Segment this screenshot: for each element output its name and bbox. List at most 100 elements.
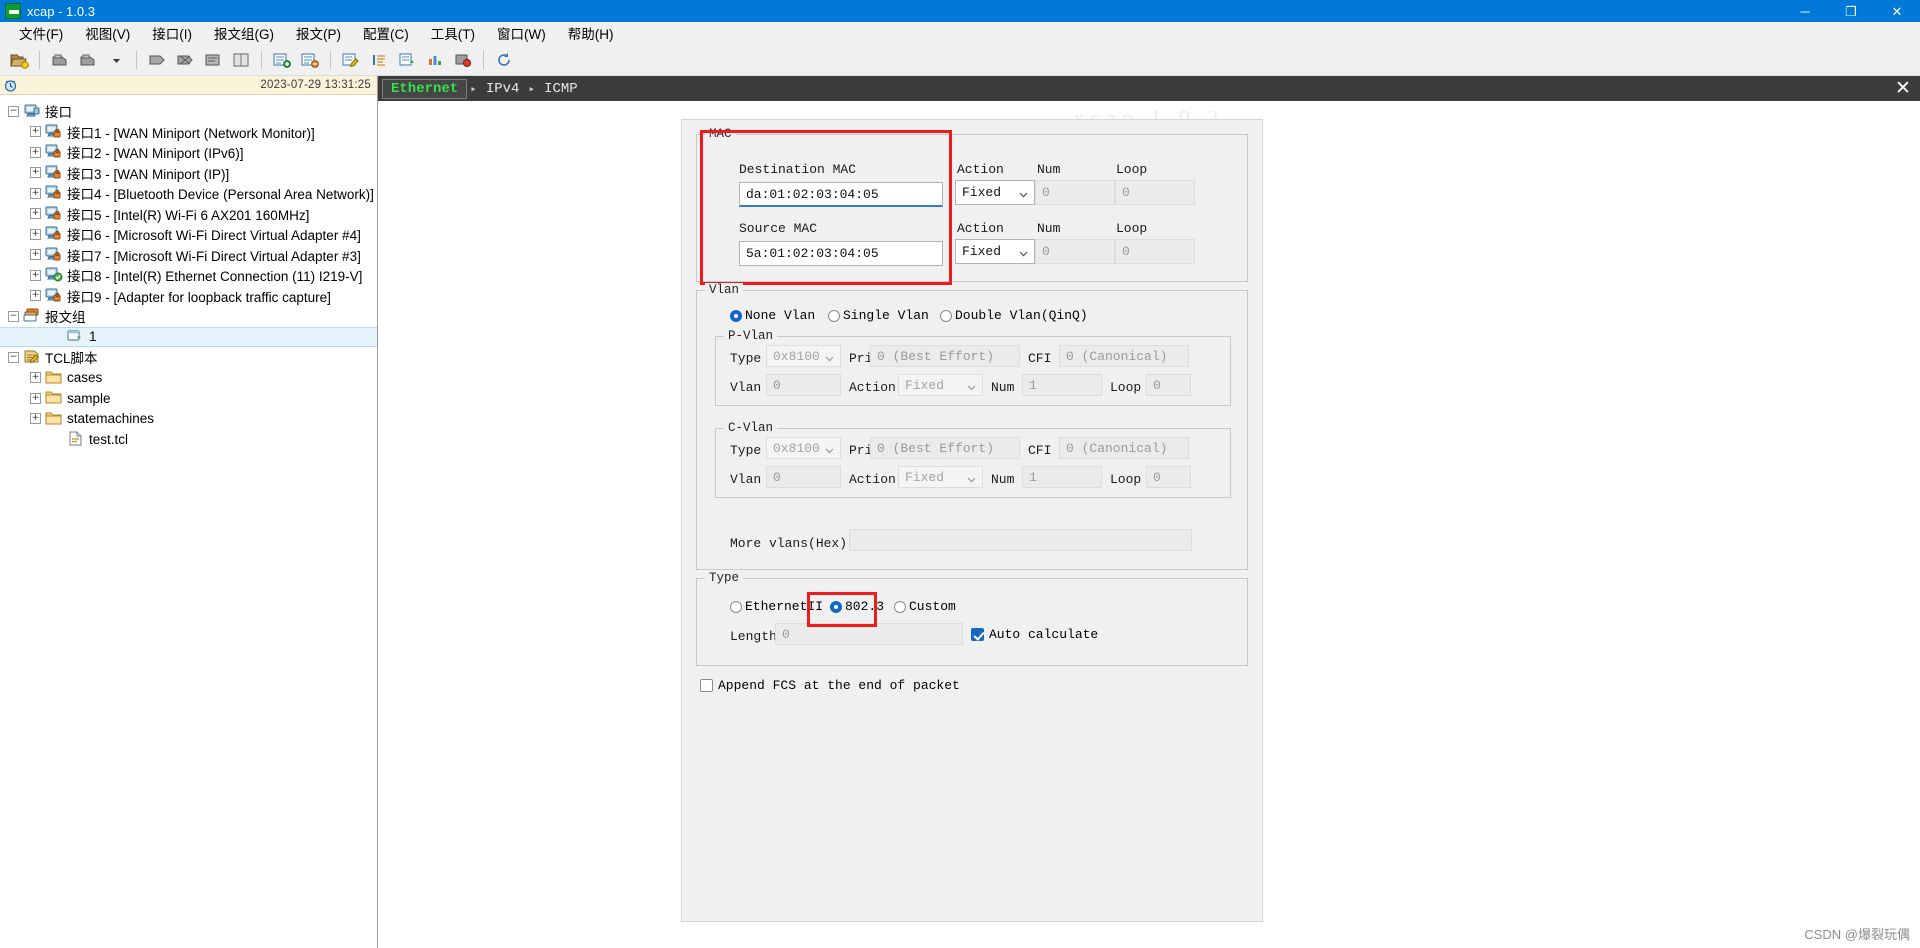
tree-item[interactable]: + 接口2 - [WAN Miniport (IPv6)] [0,142,377,163]
vlan-mode-none-label: None Vlan [745,308,816,323]
tree-item[interactable]: + 接口8 - [Intel(R) Ethernet Connection (11… [0,265,377,286]
cvlan-action-select[interactable]: Fixed [898,466,983,488]
tree-item[interactable]: + 接口7 - [Microsoft Wi-Fi Direct Virtual A… [0,245,377,266]
cvlan-num-input[interactable]: 1 [1022,466,1102,488]
expand-icon[interactable]: + [30,372,41,384]
capture-dropdown-icon[interactable] [75,48,101,72]
expand-icon[interactable]: + [30,167,41,179]
pvlan-action-select[interactable]: Fixed [898,374,983,396]
radio-indicator [894,600,906,613]
menu-item-interface[interactable]: 接口(I) [141,21,203,45]
edit-packet-icon[interactable] [338,48,364,72]
tree-item[interactable]: + 接口6 - [Microsoft Wi-Fi Direct Virtual A… [0,224,377,245]
tree-item-label: 接口7 - [Microsoft Wi-Fi Direct Virtual Ad… [67,248,361,264]
stop-packet-icon[interactable] [172,48,198,72]
menu-item-window[interactable]: 窗口(W) [486,21,557,45]
open-folder-icon[interactable] [6,48,32,72]
breadcrumb-item-ethernet[interactable]: Ethernet [382,78,468,99]
add-group-icon[interactable] [269,48,295,72]
cvlan-cfi-input[interactable]: 0 (Canonical) [1059,437,1189,459]
cvlan-pri-input[interactable]: 0 (Best Effort) [870,437,1020,459]
pvlan-cfi-input[interactable]: 0 (Canonical) [1059,345,1189,367]
expand-icon[interactable]: + [30,413,41,425]
tree-item[interactable]: + 接口5 - [Intel(R) Wi-Fi 6 AX201 160MHz] [0,204,377,225]
menu-item-packet-group[interactable]: 报文组(G) [203,21,285,45]
menu-item-tools[interactable]: 工具(T) [420,21,486,45]
cvlan-vlan-input[interactable]: 0 [766,466,841,488]
auto-calculate-checkbox[interactable]: Auto calculate [971,627,1098,642]
menu-item-help[interactable]: 帮助(H) [557,21,625,45]
dest-action-select[interactable]: Fixed [955,180,1035,205]
destination-mac-input[interactable]: da:01:02:03:04:05 [739,182,943,207]
cvlan-loop-input[interactable]: 0 [1146,466,1191,488]
collapse-icon[interactable]: − [8,351,19,363]
src-num-input[interactable]: 0 [1035,239,1115,264]
export-icon[interactable] [394,48,420,72]
menu-item-packet[interactable]: 报文(P) [285,21,352,45]
expand-icon[interactable]: + [30,392,41,404]
refresh-icon[interactable] [491,48,517,72]
tree-item[interactable]: + 接口9 - [Adapter for loopback traffic cap… [0,286,377,307]
list-icon[interactable] [366,48,392,72]
pvlan-vlan-input[interactable]: 0 [766,374,841,396]
statistics-icon[interactable] [422,48,448,72]
tree-item[interactable]: + cases [0,368,377,389]
type-length-input[interactable]: 0 [775,623,963,645]
breadcrumb-item-icmp[interactable]: ICMP [538,80,584,98]
menu-item-view[interactable]: 视图(V) [74,21,141,45]
src-action-select[interactable]: Fixed [955,239,1035,264]
remove-group-icon[interactable] [297,48,323,72]
tree-item[interactable]: + 接口1 - [WAN Miniport (Network Monitor)] [0,122,377,143]
cvlan-type-select[interactable]: 0x8100 [766,437,841,459]
tree-item[interactable]: − 报文组 [0,306,377,327]
expand-icon[interactable]: + [30,146,41,158]
expand-icon[interactable]: + [30,187,41,199]
tree-item[interactable]: + 接口3 - [WAN Miniport (IP)] [0,163,377,184]
pvlan-num-input[interactable]: 1 [1022,374,1102,396]
minimize-button[interactable]: ─ [1782,0,1828,22]
tree-item[interactable]: + 接口4 - [Bluetooth Device (Personal Area … [0,183,377,204]
tree-item[interactable]: + statemachines [0,409,377,430]
maximize-button[interactable]: ❐ [1828,0,1874,22]
source-mac-input[interactable]: 5a:01:02:03:04:05 [739,241,943,266]
type-custom-radio[interactable]: Custom [894,599,956,614]
append-fcs-checkbox[interactable]: Append FCS at the end of packet [700,678,960,693]
collapse-icon[interactable]: − [8,310,19,322]
vlan-mode-double-radio[interactable]: Double Vlan(QinQ) [940,308,1088,323]
vlan-mode-single-radio[interactable]: Single Vlan [828,308,929,323]
expand-icon[interactable]: + [30,249,41,261]
menu-item-file[interactable]: 文件(F) [8,21,74,45]
dest-num-input[interactable]: 0 [1035,180,1115,205]
dropdown-arrow-icon[interactable] [103,48,129,72]
tree-item[interactable]: − TCL脚本 [0,347,377,368]
alert-icon[interactable] [450,48,476,72]
close-icon[interactable]: ✕ [1892,78,1914,100]
expand-icon[interactable]: + [30,269,41,281]
vlan-mode-none-radio[interactable]: None Vlan [730,308,815,323]
capture-icon[interactable] [47,48,73,72]
expand-icon[interactable]: + [30,126,41,138]
pvlan-pri-input[interactable]: 0 (Best Effort) [870,345,1020,367]
send-packet-icon[interactable] [144,48,170,72]
collapse-icon[interactable]: − [8,105,19,117]
packet-detail-icon[interactable] [200,48,226,72]
pvlan-loop-input[interactable]: 0 [1146,374,1191,396]
type-ethernetii-radio[interactable]: EthernetII [730,599,823,614]
tree-item-selected[interactable]: 1 [0,326,377,347]
pvlan-type-select[interactable]: 0x8100 [766,345,841,367]
type-8023-radio[interactable]: 802.3 [830,599,884,614]
tree-item[interactable]: + sample [0,388,377,409]
toolbar-separator [136,51,137,69]
dest-loop-input[interactable]: 0 [1115,180,1195,205]
expand-icon[interactable]: + [30,290,41,302]
expand-icon[interactable]: + [30,228,41,240]
tree-item[interactable]: test.tcl [0,429,377,450]
src-loop-input[interactable]: 0 [1115,239,1195,264]
close-button[interactable]: ✕ [1874,0,1920,22]
expand-icon[interactable]: + [30,208,41,220]
book-icon[interactable] [228,48,254,72]
menu-item-config[interactable]: 配置(C) [352,21,420,45]
breadcrumb-item-ipv4[interactable]: IPv4 [480,80,526,98]
tree-item[interactable]: − 接口 [0,101,377,122]
more-vlans-input[interactable] [849,529,1192,551]
